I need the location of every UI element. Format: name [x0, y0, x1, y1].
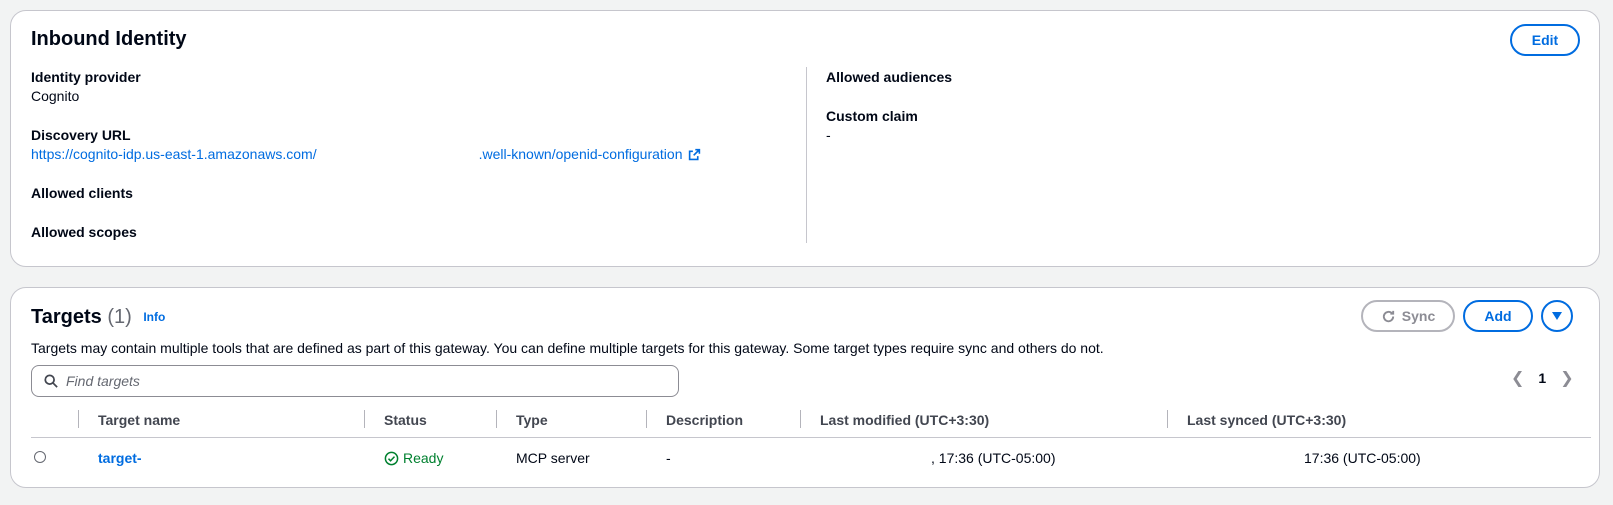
- col-last-modified[interactable]: Last modified (UTC+3:30): [820, 412, 989, 428]
- targets-title: Targets (1) Info: [31, 306, 165, 329]
- more-actions-button[interactable]: [1541, 300, 1573, 332]
- page-number[interactable]: 1: [1538, 370, 1546, 386]
- allowed-clients-label: Allowed clients: [31, 185, 133, 201]
- target-description: -: [666, 450, 671, 466]
- chevron-left-icon[interactable]: ❮: [1511, 368, 1524, 388]
- targets-panel: Targets (1) Info Sync Add Targets may co…: [10, 287, 1600, 488]
- sync-label: Sync: [1401, 308, 1436, 324]
- targets-count: (1): [107, 306, 132, 328]
- discovery-url-link[interactable]: https://cognito-idp.us-east-1.amazonaws.…: [31, 144, 701, 164]
- col-description[interactable]: Description: [666, 412, 743, 428]
- add-button[interactable]: Add: [1463, 300, 1533, 332]
- inbound-identity-panel: Inbound Identity Edit Identity provider …: [10, 10, 1600, 267]
- col-type[interactable]: Type: [516, 412, 548, 428]
- discovery-url-suffix: .well-known/openid-configuration: [478, 146, 683, 162]
- column-separator[interactable]: [800, 410, 801, 428]
- column-separator[interactable]: [646, 410, 647, 428]
- external-link-icon: [689, 148, 701, 160]
- table-row: target- Ready MCP server - , 17:36 (UTC-…: [31, 439, 1591, 477]
- target-name-link[interactable]: target-: [98, 450, 142, 466]
- table-header: Target name Status Type Description Last…: [31, 406, 1591, 438]
- custom-claim-label: Custom claim: [826, 108, 918, 124]
- sync-button[interactable]: Sync: [1361, 300, 1455, 332]
- col-status[interactable]: Status: [384, 412, 427, 428]
- info-link[interactable]: Info: [143, 310, 165, 324]
- column-separator[interactable]: [1167, 410, 1168, 428]
- discovery-url-label: Discovery URL: [31, 127, 131, 143]
- status-text: Ready: [403, 450, 444, 466]
- edit-button[interactable]: Edit: [1510, 24, 1580, 56]
- allowed-scopes-label: Allowed scopes: [31, 224, 137, 240]
- column-separator[interactable]: [496, 410, 497, 428]
- search-icon: [44, 374, 58, 388]
- search-box: [31, 365, 679, 397]
- inbound-identity-title: Inbound Identity: [31, 28, 187, 50]
- last-synced-value: 17:36 (UTC-05:00): [1304, 450, 1421, 466]
- custom-claim-value: -: [826, 127, 831, 143]
- identity-provider-label: Identity provider: [31, 69, 141, 85]
- column-separator[interactable]: [78, 410, 79, 428]
- check-circle-icon: [384, 451, 399, 465]
- allowed-audiences-label: Allowed audiences: [826, 69, 953, 85]
- targets-title-text: Targets: [31, 306, 102, 328]
- identity-provider-value: Cognito: [31, 88, 80, 104]
- caret-down-icon: [1552, 312, 1562, 320]
- column-separator[interactable]: [364, 410, 365, 428]
- search-input[interactable]: [66, 373, 646, 389]
- col-target-name[interactable]: Target name: [98, 412, 180, 428]
- discovery-url-prefix: https://cognito-idp.us-east-1.amazonaws.…: [31, 146, 317, 162]
- targets-description: Targets may contain multiple tools that …: [31, 340, 1104, 356]
- pagination: ❮ 1 ❯: [1511, 368, 1574, 388]
- status-badge: Ready: [384, 450, 443, 466]
- chevron-right-icon[interactable]: ❯: [1560, 368, 1573, 388]
- row-select-radio[interactable]: [34, 451, 46, 463]
- last-modified-value: , 17:36 (UTC-05:00): [931, 450, 1056, 466]
- target-type: MCP server: [516, 450, 590, 466]
- col-last-synced[interactable]: Last synced (UTC+3:30): [1187, 412, 1346, 428]
- refresh-icon: [1382, 310, 1394, 322]
- column-divider: [806, 67, 807, 243]
